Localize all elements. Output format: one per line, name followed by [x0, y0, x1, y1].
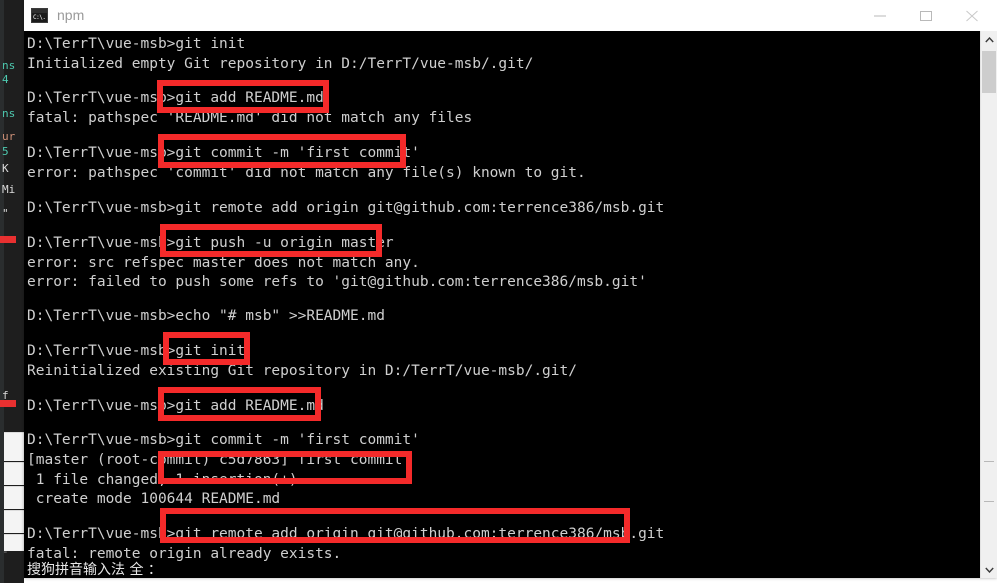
editor-light-row [4, 486, 24, 509]
terminal-line: D:\TerrT\vue-msb>git init [27, 36, 246, 52]
terminal-line: D:\TerrT\vue-msb>git commit -m 'first co… [27, 145, 420, 161]
terminal-line: Initialized empty Git repository in D:/T… [27, 56, 534, 72]
scrollbar-down-button[interactable] [981, 561, 997, 578]
editor-code-fragment: K [2, 162, 9, 175]
minimize-icon [874, 15, 886, 17]
desktop-background: ns 4 ns ur 5 K Mi " f - C:\. npm D:\Terr… [0, 0, 997, 583]
terminal-line: error: failed to push some refs to 'git@… [27, 274, 647, 290]
close-icon [966, 10, 978, 22]
editor-code-fragment: Mi [2, 183, 16, 196]
terminal-text: D:\TerrT\vue-msb>git init Initialized emp… [24, 31, 980, 578]
editor-code-fragment: 4 [2, 73, 9, 86]
maximize-icon [920, 11, 932, 21]
terminal-line: D:\TerrT\vue-msb>git init [27, 343, 246, 359]
terminal-line: D:\TerrT\vue-msb>git push -u origin mast… [27, 235, 394, 251]
editor-code-fragment: ns [2, 59, 16, 72]
editor-light-row [4, 432, 24, 461]
window-title: npm [57, 7, 85, 23]
scrollbar-thumb[interactable] [982, 51, 996, 93]
chevron-up-icon [985, 37, 994, 43]
terminal-line: error: src refspec master does not match… [27, 255, 420, 271]
terminal-line: 1 file changed, 1 insertion(+) [27, 472, 298, 488]
icon-prompt-glyph: C:\. [32, 13, 47, 22]
editor-light-row [4, 534, 24, 551]
scrollbar-tick [984, 461, 994, 462]
chevron-down-icon [985, 567, 994, 573]
editor-red-marker [0, 400, 16, 407]
scrollbar-tick [984, 501, 994, 502]
window-titlebar[interactable]: C:\. npm [24, 0, 997, 32]
terminal-line: D:\TerrT\vue-msb>git commit -m 'first co… [27, 432, 420, 448]
scrollbar-track[interactable] [981, 48, 997, 561]
terminal-line: D:\TerrT\vue-msb>git remote add origin g… [27, 200, 665, 216]
npm-console-window[interactable]: C:\. npm D:\TerrT\vue-msb>git init Initi… [24, 0, 997, 578]
maximize-button[interactable] [904, 0, 949, 31]
terminal-line: D:\TerrT\vue-msb>echo "# msb" >>README.m… [27, 308, 385, 324]
terminal-line: error: pathspec 'commit' did not match a… [27, 165, 586, 181]
console-output-area[interactable]: D:\TerrT\vue-msb>git init Initialized emp… [24, 31, 997, 578]
terminal-line: [master (root-commit) c5d7863] first com… [27, 452, 403, 468]
terminal-line: create mode 100644 README.md [27, 491, 281, 507]
editor-code-fragment: " [2, 207, 9, 220]
terminal-line: D:\TerrT\vue-msb>git add README.md [27, 90, 324, 106]
editor-code-fragment: 5 [2, 145, 9, 158]
scrollbar-up-button[interactable] [981, 31, 997, 48]
terminal-line: D:\TerrT\vue-msb>git add README.md [27, 398, 324, 414]
editor-light-row [4, 510, 24, 533]
editor-light-row [4, 462, 24, 485]
console-scrollbar[interactable] [980, 31, 997, 578]
close-button[interactable] [950, 0, 995, 31]
editor-code-fragment: ns [2, 107, 16, 120]
terminal-line: fatal: pathspec 'README.md' did not matc… [27, 110, 473, 126]
minimize-button[interactable] [858, 0, 903, 31]
cmd-console-icon: C:\. [31, 8, 48, 23]
terminal-line: Reinitialized existing Git repository in… [27, 363, 577, 379]
background-editor[interactable]: ns 4 ns ur 5 K Mi " f - [0, 0, 24, 583]
editor-red-marker [0, 236, 16, 243]
editor-code-fragment: ur [2, 130, 16, 143]
ime-status-line: 搜狗拼音输入法 全 ： [27, 562, 162, 578]
terminal-line: D:\TerrT\vue-msb>git remote add origin g… [27, 526, 665, 542]
